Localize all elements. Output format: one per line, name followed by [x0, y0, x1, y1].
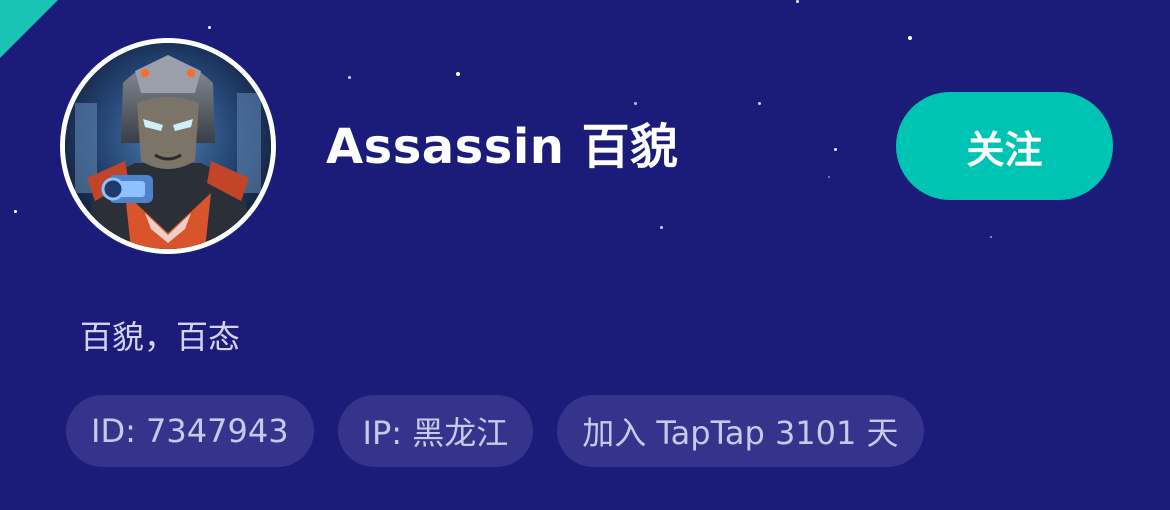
- star: [14, 210, 17, 213]
- avatar[interactable]: [60, 38, 276, 254]
- corner-accent: [0, 0, 58, 58]
- user-id-tag[interactable]: ID: 7347943: [66, 395, 314, 467]
- star: [634, 102, 637, 105]
- username: Assassin 百貌: [326, 119, 679, 175]
- bio-text: 百貌，百态: [80, 318, 241, 356]
- star: [828, 176, 830, 178]
- star: [208, 26, 211, 29]
- robot-warrior-avatar-icon: [65, 43, 271, 249]
- star: [660, 226, 663, 229]
- joined-days-tag: 加入 TapTap 3101 天: [557, 395, 924, 467]
- follow-button[interactable]: 关注: [896, 92, 1113, 200]
- star: [834, 148, 837, 151]
- star: [796, 0, 799, 3]
- star: [990, 236, 992, 238]
- star: [908, 36, 912, 40]
- star: [456, 72, 460, 76]
- ip-location-tag: IP: 黑龙江: [337, 395, 534, 467]
- star: [348, 76, 351, 79]
- profile-tags: ID: 7347943 IP: 黑龙江 加入 TapTap 3101 天: [66, 395, 924, 467]
- star: [758, 102, 761, 105]
